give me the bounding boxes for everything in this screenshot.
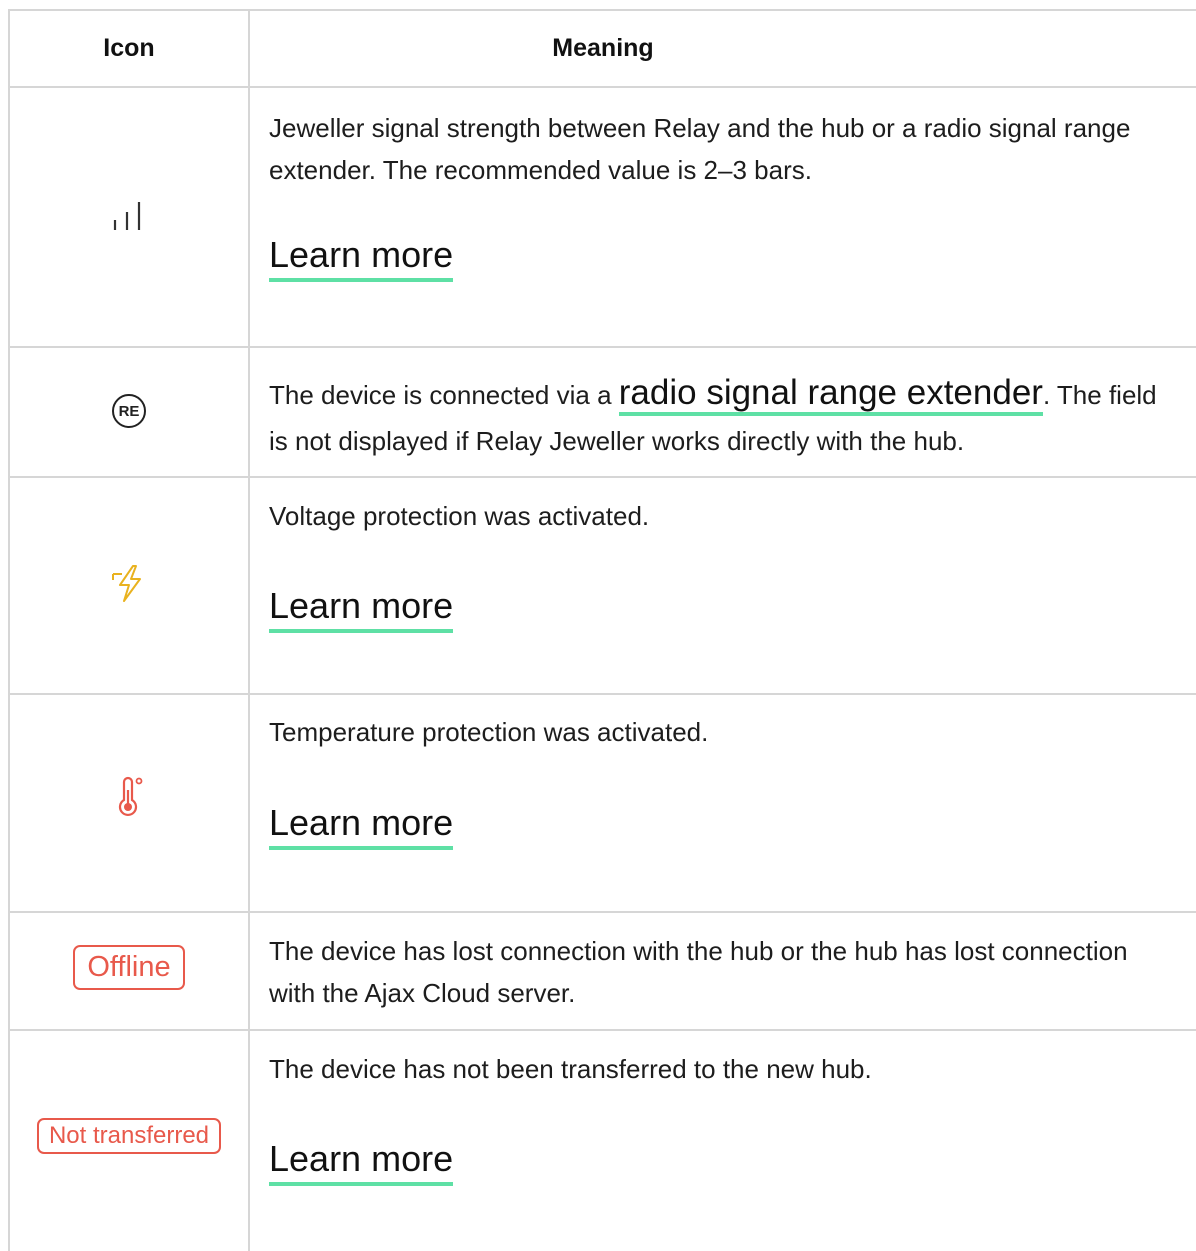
- learn-more-link[interactable]: Learn more: [269, 801, 454, 850]
- icon-cell: RE: [8, 348, 250, 476]
- icon-cell: Not transferred: [8, 1031, 250, 1251]
- table-row: Not transferred The device has not been …: [8, 1031, 1196, 1251]
- meaning-cell: The device has lost connection with the …: [248, 913, 1196, 1029]
- table-row: Voltage protection was activated. Learn …: [8, 478, 1196, 695]
- learn-more-link[interactable]: Learn more: [269, 1137, 454, 1186]
- meaning-cell: Temperature protection was activated. Le…: [248, 695, 1196, 911]
- header-meaning-label: Meaning: [552, 34, 654, 62]
- range-extender-icon: RE: [112, 394, 146, 428]
- meaning-cell: The device has not been transferred to t…: [248, 1031, 1196, 1251]
- icons-table: Icon Meaning Jeweller signal strength be…: [8, 9, 1196, 1251]
- icon-cell: [8, 88, 250, 346]
- not-transferred-badge: Not transferred: [36, 1118, 222, 1154]
- temperature-protection-icon: [118, 776, 143, 817]
- header-meaning-cell: Meaning: [248, 11, 1196, 86]
- row-description: The device is connected via a radio sign…: [269, 370, 1159, 464]
- learn-more-link[interactable]: Learn more: [269, 584, 454, 633]
- voltage-protection-icon: [112, 564, 141, 602]
- row-description: Temperature protection was activated.: [269, 717, 709, 747]
- table-header-row: Icon Meaning: [8, 11, 1196, 88]
- offline-badge: Offline: [73, 944, 185, 990]
- table-row: Temperature protection was activated. Le…: [8, 695, 1196, 913]
- description-text-before: The device is connected via a: [269, 380, 619, 410]
- table-row: Jeweller signal strength between Relay a…: [8, 88, 1196, 348]
- signal-strength-icon: [113, 202, 141, 230]
- row-description: The device has not been transferred to t…: [269, 1054, 872, 1084]
- learn-more-link[interactable]: Learn more: [269, 233, 454, 282]
- row-description: The device has lost connection with the …: [269, 936, 1128, 1008]
- icon-cell: [8, 478, 250, 693]
- table-row: Offline The device has lost connection w…: [8, 913, 1196, 1031]
- row-description: Voltage protection was activated.: [269, 501, 650, 531]
- icon-cell: [8, 695, 250, 911]
- range-extender-link[interactable]: radio signal range extender: [618, 373, 1043, 416]
- meaning-cell: The device is connected via a radio sign…: [248, 348, 1196, 476]
- header-icon-cell: Icon: [8, 11, 250, 86]
- table-row: RE The device is connected via a radio s…: [8, 348, 1196, 478]
- icon-cell: Offline: [8, 913, 250, 1029]
- header-icon-label: Icon: [103, 34, 155, 62]
- meaning-cell: Jeweller signal strength between Relay a…: [248, 88, 1196, 346]
- meaning-cell: Voltage protection was activated. Learn …: [248, 478, 1196, 693]
- row-description: Jeweller signal strength between Relay a…: [269, 113, 1131, 185]
